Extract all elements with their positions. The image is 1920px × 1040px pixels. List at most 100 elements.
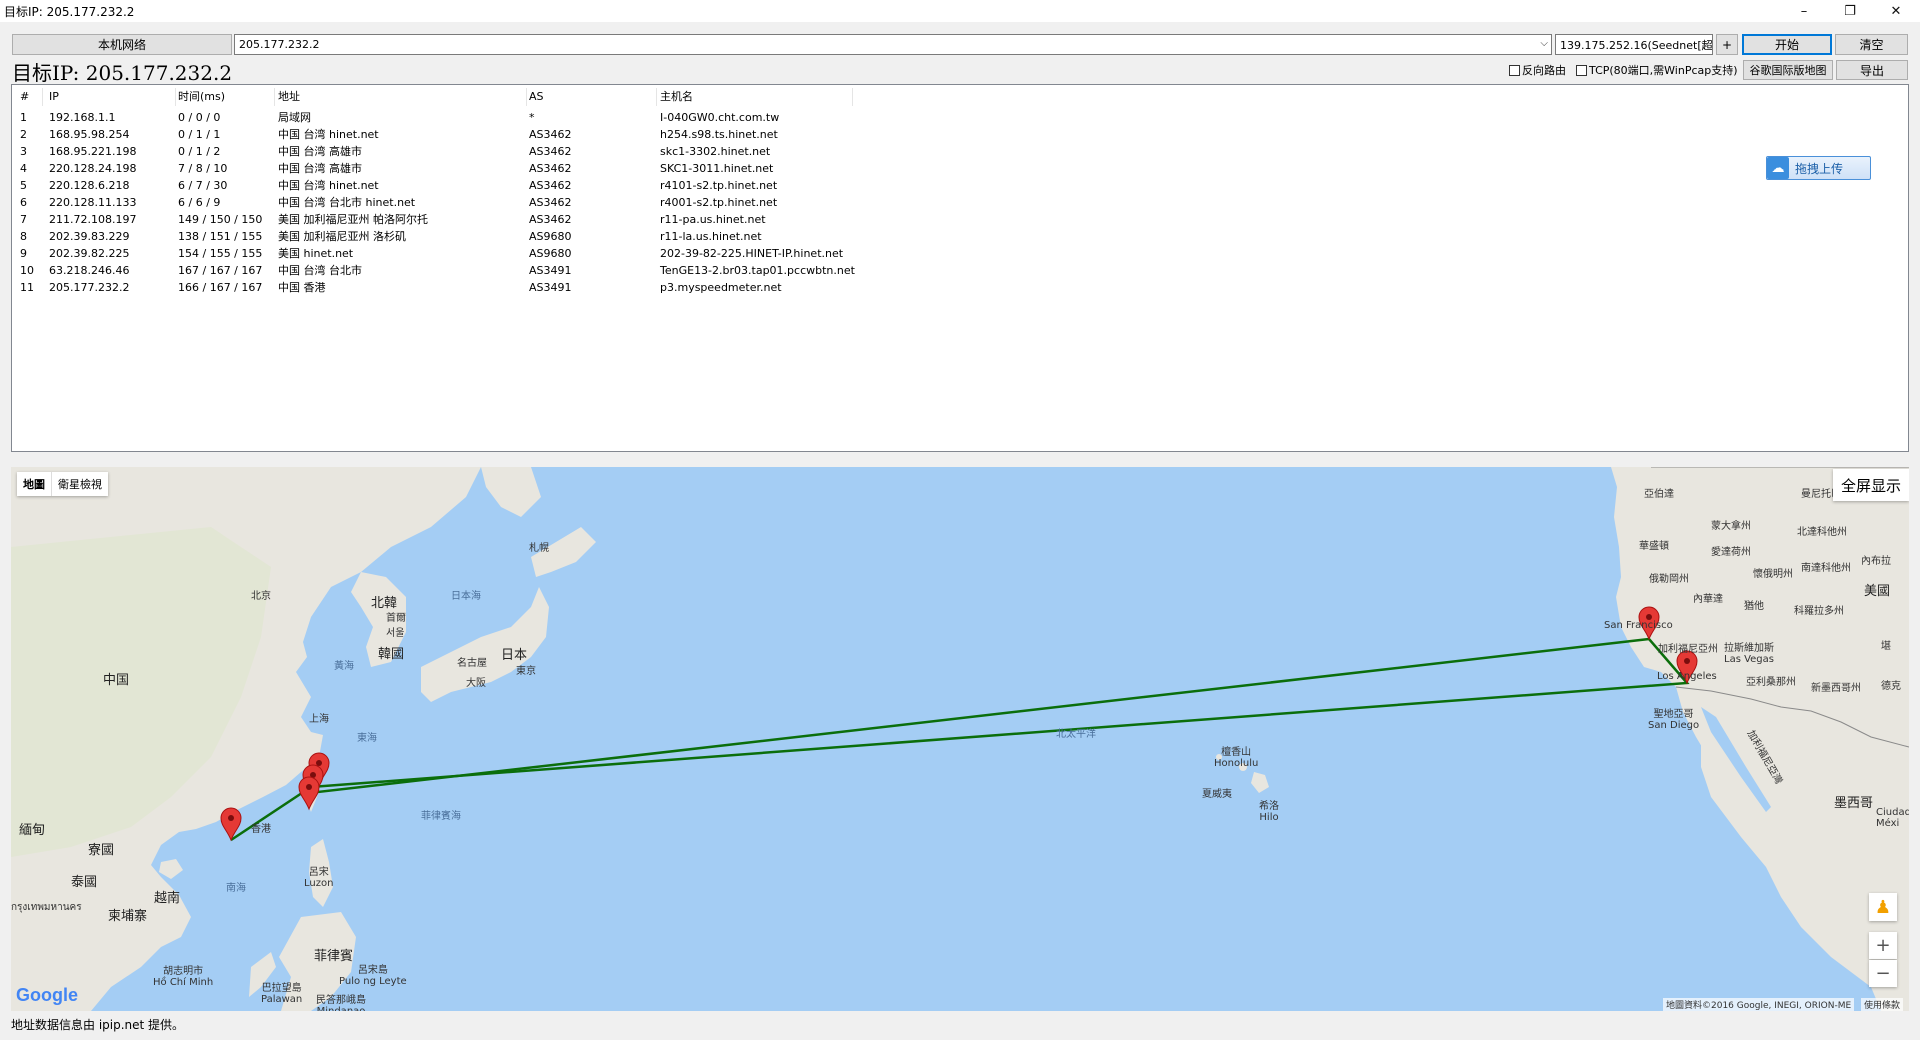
cell-index: 1 bbox=[20, 111, 27, 124]
map-label-wyoming: 懷俄明州 bbox=[1753, 569, 1793, 580]
tcp-checkbox[interactable]: TCP(80端口,需WinPcap支持) bbox=[1576, 62, 1738, 78]
map-label-hilo: 希洛 Hilo bbox=[1259, 801, 1279, 823]
map-type-control[interactable]: 地圖 衛星檢視 bbox=[17, 472, 108, 496]
google-map-button[interactable]: 谷歌国际版地图 bbox=[1743, 60, 1833, 80]
map-label-north-dakota: 北達科他州 bbox=[1797, 527, 1847, 538]
cell-address: 中国 台湾 hinet.net bbox=[278, 179, 379, 192]
cell-ip: 211.72.108.197 bbox=[49, 213, 137, 226]
table-row[interactable]: 1 192.168.1.1 0 / 0 / 0 局域网 * I-040GW0.cht.co… bbox=[12, 109, 912, 126]
table-row[interactable]: 2 168.95.98.254 0 / 1 / 1 中国 台湾 hinet.net AS… bbox=[12, 126, 912, 143]
map-label-palawan: 巴拉望島 Palawan bbox=[261, 983, 303, 1005]
column-header-as[interactable]: AS bbox=[529, 88, 544, 106]
table-row[interactable]: 7 211.72.108.197 149 / 150 / 150 美国 加利福尼亚州 … bbox=[12, 211, 912, 228]
add-button[interactable]: + bbox=[1716, 34, 1738, 55]
column-header-index[interactable]: # bbox=[20, 88, 29, 106]
map-label-hong-kong: 香港 bbox=[251, 824, 271, 835]
column-header-address[interactable]: 地址 bbox=[278, 88, 300, 106]
map-label-mexico-city: Ciudad Méxi bbox=[1876, 807, 1909, 829]
table-row[interactable]: 6 220.128.11.133 6 / 6 / 9 中国 台湾 台北市 hinet.… bbox=[12, 194, 912, 211]
cell-ip: 220.128.11.133 bbox=[49, 196, 137, 209]
table-row[interactable]: 11 205.177.232.2 166 / 167 / 167 中国 香港 AS349… bbox=[12, 279, 912, 296]
map-type-satellite-tab[interactable]: 衛星檢視 bbox=[51, 472, 108, 496]
column-header-hostname[interactable]: 主机名 bbox=[660, 88, 693, 106]
map-label-myanmar: 緬甸 bbox=[19, 823, 46, 838]
map-label-las-vegas: 拉斯維加斯 Las Vegas bbox=[1724, 643, 1774, 665]
clear-button[interactable]: 清空 bbox=[1835, 34, 1908, 55]
table-row[interactable]: 3 168.95.221.198 0 / 1 / 2 中国 台湾 高雄市 AS3462 s… bbox=[12, 143, 912, 160]
column-separator bbox=[852, 88, 853, 106]
map-label-nevada: 內華達 bbox=[1693, 594, 1723, 605]
cell-as: AS3491 bbox=[529, 264, 572, 277]
table-row[interactable]: 4 220.128.24.198 7 / 8 / 10 中国 台湾 高雄市 AS3462… bbox=[12, 160, 912, 177]
cell-hostname: r4101-s2.tp.hinet.net bbox=[660, 179, 778, 192]
cell-as: AS3491 bbox=[529, 281, 572, 294]
cell-time: 7 / 8 / 10 bbox=[178, 162, 228, 175]
cell-hostname: skc1-3302.hinet.net bbox=[660, 145, 771, 158]
cell-address: 中国 台湾 高雄市 bbox=[278, 145, 362, 158]
map-label-sea-of-japan: 日本海 bbox=[451, 591, 481, 602]
column-header-ip[interactable]: IP bbox=[49, 88, 59, 106]
cell-as: AS3462 bbox=[529, 196, 572, 209]
map-label-north-pacific: 北太平洋 bbox=[1056, 729, 1096, 740]
results-table[interactable]: # IP 时间(ms) 地址 AS 主机名 1 192.168.1.1 0 / 0 … bbox=[11, 84, 1909, 452]
reverse-route-checkbox[interactable]: 反向路由 bbox=[1509, 62, 1566, 78]
zoom-out-button[interactable]: − bbox=[1869, 960, 1897, 987]
cell-as: AS3462 bbox=[529, 213, 572, 226]
map-view[interactable]: 中国 北京 北韓 首爾 서울 韓國 日本海 札幌 日本 東京 名古屋 大阪 黃海… bbox=[11, 467, 1909, 1011]
map-label-idaho: 愛達荷州 bbox=[1711, 547, 1751, 558]
status-text: 地址数据信息由 ipip.net 提供。 bbox=[11, 1018, 185, 1032]
export-button[interactable]: 导出 bbox=[1836, 60, 1908, 80]
start-button[interactable]: 开始 bbox=[1742, 34, 1832, 55]
table-row[interactable]: 10 63.218.246.46 167 / 167 / 167 中国 台湾 台北市 A… bbox=[12, 262, 912, 279]
cell-ip: 202.39.83.229 bbox=[49, 230, 130, 243]
minimize-button[interactable]: – bbox=[1781, 0, 1827, 22]
cell-index: 2 bbox=[20, 128, 27, 141]
server-select[interactable]: 139.175.252.16(Seednet[超 ⌵ bbox=[1555, 34, 1713, 55]
target-input[interactable]: 205.177.232.2 ⌵ bbox=[234, 34, 1552, 55]
street-view-pegman-icon[interactable]: ♟ bbox=[1869, 893, 1897, 921]
restore-button[interactable]: ❐ bbox=[1827, 0, 1873, 22]
cell-address: 中国 台湾 台北市 hinet.net bbox=[278, 196, 416, 209]
japan-north bbox=[481, 467, 541, 517]
map-label-luzon: 呂宋 Luzon bbox=[304, 867, 334, 889]
close-button[interactable]: ✕ bbox=[1873, 0, 1919, 22]
map-attribution: 地圖資料©2016 Google, INEGI, ORION-ME bbox=[1663, 998, 1855, 1011]
map-label-osaka: 大阪 bbox=[466, 678, 486, 689]
map-label-east-sea: 東海 bbox=[357, 733, 377, 744]
cell-address: 美国 hinet.net bbox=[278, 247, 354, 260]
google-logo[interactable]: Google bbox=[16, 985, 78, 1006]
table-row[interactable]: 9 202.39.82.225 154 / 155 / 155 美国 hinet.ne… bbox=[12, 245, 912, 262]
column-header-time[interactable]: 时间(ms) bbox=[178, 88, 225, 106]
cell-as: AS9680 bbox=[529, 230, 572, 243]
map-label-cambodia: 柬埔寨 bbox=[108, 909, 148, 924]
cloud-upload-icon: ☁ bbox=[1767, 157, 1789, 179]
chevron-down-icon: ⌵ bbox=[1540, 38, 1548, 49]
cell-time: 149 / 150 / 150 bbox=[178, 213, 263, 226]
hainan-island bbox=[159, 859, 183, 879]
local-network-button[interactable]: 本机网络 bbox=[12, 34, 232, 55]
table-row[interactable]: 8 202.39.83.229 138 / 151 / 155 美国 加利福尼亚州 洛… bbox=[12, 228, 912, 245]
map-canvas[interactable] bbox=[11, 467, 1909, 1011]
map-type-map-tab[interactable]: 地圖 bbox=[17, 472, 51, 496]
window-title: 目标IP: 205.177.232.2 bbox=[4, 5, 135, 19]
table-row[interactable]: 5 220.128.6.218 6 / 7 / 30 中国 台湾 hinet.net A… bbox=[12, 177, 912, 194]
cell-as: * bbox=[529, 111, 535, 124]
map-label-mexico: 墨西哥 bbox=[1834, 796, 1874, 811]
map-label-honolulu: 檀香山 Honolulu bbox=[1214, 747, 1259, 769]
cell-as: AS9680 bbox=[529, 247, 572, 260]
cell-hostname: I-040GW0.cht.com.tw bbox=[660, 111, 780, 124]
cell-time: 6 / 6 / 9 bbox=[178, 196, 221, 209]
map-label-arizona: 亞利桑那州 bbox=[1746, 677, 1796, 688]
cell-time: 0 / 0 / 0 bbox=[178, 111, 221, 124]
map-label-pulong: 呂宋島 Pulo ng Leyte bbox=[339, 965, 407, 987]
drag-upload-button[interactable]: ☁ 拖拽上传 bbox=[1766, 156, 1871, 180]
column-separator bbox=[526, 88, 527, 106]
zoom-in-button[interactable]: + bbox=[1869, 932, 1897, 959]
fullscreen-button[interactable]: 全屏显示 bbox=[1833, 469, 1909, 501]
drag-upload-label: 拖拽上传 bbox=[1795, 161, 1844, 176]
map-terms-link[interactable]: 使用條款 bbox=[1861, 998, 1904, 1011]
cell-as: AS3462 bbox=[529, 162, 572, 175]
chevron-down-icon: ⌵ bbox=[1701, 38, 1709, 49]
cell-address: 中国 台湾 高雄市 bbox=[278, 162, 362, 175]
cell-hostname: SKC1-3011.hinet.net bbox=[660, 162, 774, 175]
